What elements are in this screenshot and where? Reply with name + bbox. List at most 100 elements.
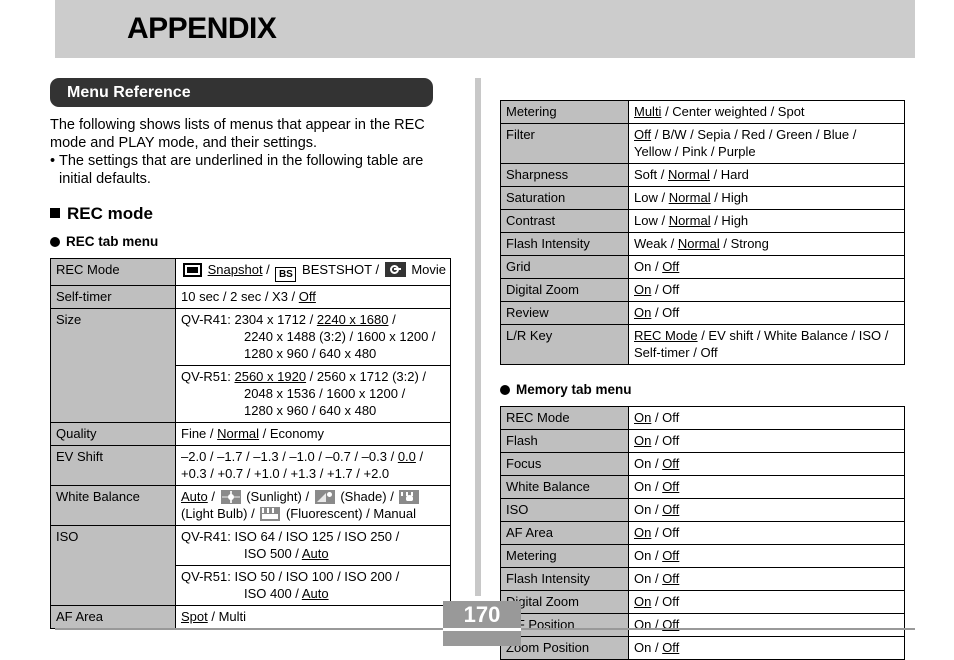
page-banner: APPENDIX	[55, 0, 915, 58]
rec-tab-menu-table-continued: Metering Multi / Center weighted / Spot …	[500, 100, 905, 365]
model-name: QV-R41:	[181, 312, 231, 327]
table-row: Contrast Low / Normal / High	[500, 209, 905, 233]
fluorescent-label: (Fluorescent) / Manual	[285, 506, 417, 521]
row-label: EV Shift	[50, 445, 176, 486]
table-row: MF Position On / Off	[500, 613, 905, 637]
memory-tab-menu-table: REC Mode On / Off Flash On / Off Focus O…	[500, 406, 905, 660]
heading-rec-tab-menu: REC tab menu	[50, 233, 450, 250]
row-value-metering: Multi / Center weighted / Spot	[628, 100, 905, 124]
pre-text: On /	[634, 479, 663, 494]
row-label: Filter	[500, 123, 629, 164]
bullet-text-line-1: The settings that are underlined in the …	[59, 153, 424, 169]
row-label: Review	[500, 301, 629, 325]
memory-options: On / Off	[634, 432, 899, 449]
white-balance-line-2: (Light Bulb) / (Fluorescent) / Manual	[181, 505, 445, 522]
row-label: Grid	[500, 255, 629, 279]
size-r51-line-1: QV-R51: 2560 x 1920 / 2560 x 1712 (3:2) …	[181, 368, 445, 385]
row-label: L/R Key	[500, 324, 629, 365]
metering-options: Multi / Center weighted / Spot	[634, 103, 899, 120]
page-title: APPENDIX	[127, 12, 277, 45]
table-row: White Balance Auto / (Sunlight) / (Shade…	[50, 485, 451, 526]
bullet-marker: •	[50, 153, 56, 169]
iso-r41-line-2: ISO 500 / Auto	[181, 545, 445, 562]
pre-text: Weak /	[634, 236, 678, 251]
footer-rule-right	[521, 628, 915, 630]
column-divider	[475, 78, 481, 596]
default-value: Off	[662, 259, 680, 274]
table-row: Metering Multi / Center weighted / Spot	[500, 100, 905, 124]
shade-icon	[314, 490, 335, 504]
post-text: / Strong	[719, 236, 769, 251]
heading-rec-mode-label: REC mode	[67, 204, 153, 223]
af-area-options: Spot / Multi	[181, 608, 445, 625]
iso-r41-line-1: QV-R41: ISO 64 / ISO 125 / ISO 250 /	[181, 528, 445, 545]
table-row: Flash Intensity Weak / Normal / Strong	[500, 232, 905, 256]
row-value-flash-intensity: Weak / Normal / Strong	[628, 232, 905, 256]
post-text: / Hard	[709, 167, 749, 182]
row-label: Digital Zoom	[500, 278, 629, 302]
size-r41-line-3: 1280 x 960 / 640 x 480	[244, 346, 377, 361]
row-label: Metering	[500, 100, 629, 124]
default-value: 2560 x 1920	[234, 369, 307, 384]
pre-text: Fine /	[181, 426, 218, 441]
filter-line-2: Yellow / Pink / Purple	[634, 144, 756, 159]
table-row: Digital Zoom On / Off	[500, 590, 905, 614]
memory-options: On / Off	[634, 524, 899, 541]
grid-options: On / Off	[634, 258, 899, 275]
row-label: Flash Intensity	[500, 232, 629, 256]
sep-2: /	[301, 489, 313, 504]
white-balance-line-1: Auto / (Sunlight) / (Shade) /	[181, 488, 445, 505]
memory-options: On / Off	[634, 616, 899, 633]
row-value-lr-key: REC Mode / EV shift / White Balance / IS…	[628, 324, 905, 365]
size-r51-line-3: 1280 x 960 / 640 x 480	[244, 403, 377, 418]
default-value: Normal	[668, 213, 711, 228]
post-text: / Off	[651, 410, 680, 425]
pre-text: Low /	[634, 213, 669, 228]
table-row: Focus On / Off	[500, 452, 905, 476]
row-value-review: On / Off	[628, 301, 905, 325]
self-timer-options: 10 sec / 2 sec / X3 / Off	[181, 288, 445, 305]
pre-text: ISO 64 / ISO 125 / ISO 250 /	[230, 529, 400, 544]
table-row: Grid On / Off	[500, 255, 905, 279]
row-label: AF Area	[500, 521, 629, 545]
memory-options: On / Off	[634, 409, 899, 426]
pre-text: On /	[634, 571, 663, 586]
row-value-size-qvr51: QV-R51: 2560 x 1920 / 2560 x 1712 (3:2) …	[175, 365, 451, 423]
row-value-saturation: Low / Normal / High	[628, 186, 905, 210]
fluorescent-icon	[260, 507, 281, 521]
intro-line-1: The following shows lists of menus that …	[50, 117, 425, 133]
default-value: Normal	[667, 167, 710, 182]
section-header-menu-reference: Menu Reference	[50, 78, 433, 107]
row-label: Flash Intensity	[500, 567, 629, 591]
lr-key-line-2: Self-timer / Off	[634, 345, 718, 360]
model-name: QV-R41:	[181, 529, 231, 544]
default-value: Off	[662, 502, 680, 517]
row-value-contrast: Low / Normal / High	[628, 209, 905, 233]
memory-options: On / Off	[634, 639, 899, 656]
row-value: On / Off	[628, 636, 905, 660]
row-value-digital-zoom: On / Off	[628, 278, 905, 302]
page-number-box: 170	[443, 601, 521, 646]
default-value: Normal	[668, 190, 711, 205]
page-number: 170	[463, 602, 501, 627]
intro-line-2: mode and PLAY mode, and their settings.	[50, 135, 318, 151]
default-value: Spot	[181, 609, 208, 624]
sep-3: /	[386, 489, 398, 504]
row-value: On / Off	[628, 475, 905, 499]
heading-memory-tab-menu: Memory tab menu	[500, 381, 904, 398]
movie-icon	[384, 262, 406, 277]
post-text: / B/W / Sepia / Red / Green / Blue /	[651, 127, 857, 142]
row-value-white-balance: Auto / (Sunlight) / (Shade) / (Light Bul…	[175, 485, 451, 526]
left-column: Menu Reference The following shows lists…	[50, 78, 451, 629]
row-label: Quality	[50, 422, 176, 446]
row-value-size-qvr41: QV-R41: 2304 x 1712 / 2240 x 1680 / 2240…	[175, 308, 451, 366]
memory-options: On / Off	[634, 547, 899, 564]
footer-rule-left	[55, 628, 443, 630]
row-label: ISO	[50, 525, 176, 606]
table-row: Filter Off / B/W / Sepia / Red / Green /…	[500, 123, 905, 164]
iso-r51-line-2: ISO 400 / Auto	[181, 585, 445, 602]
saturation-options: Low / Normal / High	[634, 189, 899, 206]
table-row: Flash Intensity On / Off	[500, 567, 905, 591]
post-text: / Economy	[259, 426, 325, 441]
row-label: Size	[50, 308, 176, 423]
